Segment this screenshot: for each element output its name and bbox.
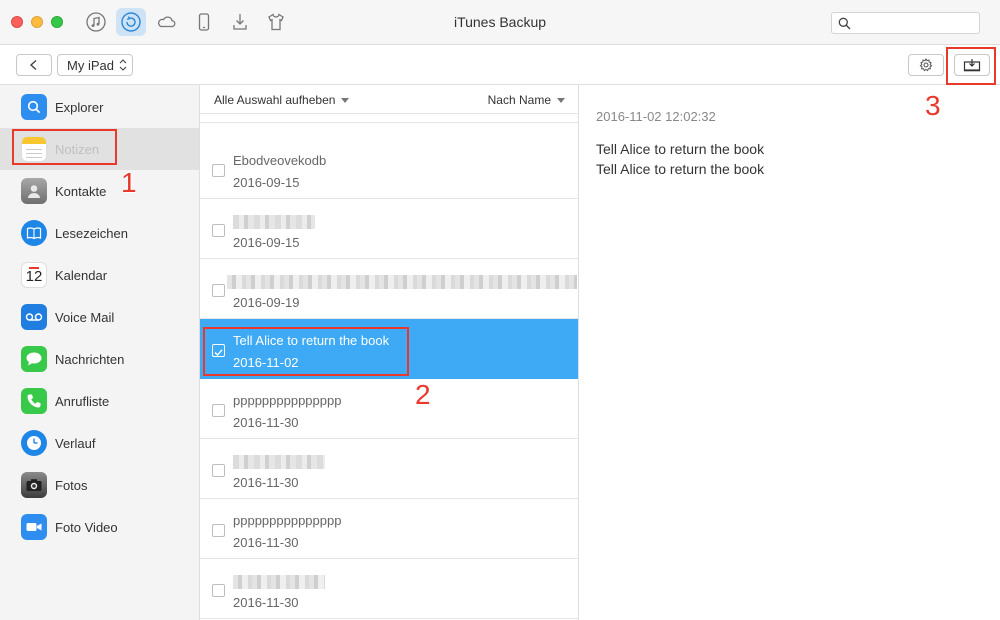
item-date: 2016-09-19 — [233, 295, 300, 310]
sidebar-item-call-history[interactable]: Anrufliste — [0, 380, 199, 422]
sidebar-item-voicemail[interactable]: Voice Mail — [0, 296, 199, 338]
item-checkbox[interactable] — [212, 464, 225, 477]
title-bar: iTunes Backup — [0, 0, 1000, 45]
annotation-number-1: 1 — [121, 167, 137, 198]
item-date: 2016-09-15 — [233, 175, 300, 190]
note-text-line: Tell Alice to return the book — [596, 141, 765, 157]
window-close-button[interactable] — [11, 16, 23, 28]
annotation-box-2 — [203, 327, 409, 376]
phone-icon — [21, 388, 47, 414]
sidebar-item-label: Anrufliste — [55, 393, 110, 409]
item-title: ppppppppppppppp — [233, 393, 342, 408]
item-date: 2016-11-30 — [233, 475, 299, 490]
device-selector[interactable]: My iPad — [57, 54, 133, 76]
note-timestamp: 2016-11-02 12:02:32 — [596, 109, 716, 124]
voicemail-icon — [21, 304, 47, 330]
calendar-day: 12 — [25, 267, 43, 285]
video-icon — [21, 514, 47, 540]
sidebar-item-history[interactable]: Verlauf — [0, 422, 199, 464]
sidebar-item-calendar[interactable]: 12 Kalendar — [0, 254, 199, 296]
device-icon[interactable] — [189, 8, 219, 36]
item-checkbox[interactable] — [212, 164, 225, 177]
annotation-box-3 — [946, 47, 996, 85]
item-title: Ebodveovekodb — [233, 153, 327, 168]
list-item[interactable]: Ebodveovekodb 2016-09-15 — [200, 139, 578, 199]
sidebar: Explorer Notizen Kontakte Lesezeichen 12… — [0, 85, 200, 620]
item-title: ppppppppppppppp — [233, 513, 342, 528]
explorer-icon — [21, 94, 47, 120]
sidebar-item-label: Fotos — [55, 477, 88, 493]
backup-restore-icon[interactable] — [116, 8, 146, 36]
sidebar-item-messages[interactable]: Nachrichten — [0, 338, 199, 380]
window-minimize-button[interactable] — [31, 16, 43, 28]
updown-arrows-icon — [119, 59, 127, 71]
deselect-all-dropdown[interactable]: Alle Auswahl aufheben — [214, 93, 350, 107]
sidebar-item-label: Verlauf — [55, 435, 96, 451]
sidebar-item-label: Foto Video — [55, 519, 118, 535]
sort-by-name-dropdown[interactable]: Nach Name — [488, 93, 565, 107]
note-text-line: Tell Alice to return the book — [596, 161, 765, 177]
window-maximize-button[interactable] — [51, 16, 63, 28]
contacts-icon — [21, 178, 47, 204]
annotation-number-3: 3 — [925, 90, 941, 121]
list-item[interactable]: ppppppppppppppp 2016-11-30 — [200, 499, 578, 559]
annotation-number-2: 2 — [415, 379, 431, 410]
tshirt-icon[interactable] — [261, 8, 291, 36]
caret-down-icon — [557, 98, 565, 104]
item-date: 2016-11-30 — [233, 595, 299, 610]
camera-icon — [21, 472, 47, 498]
search-input[interactable] — [856, 15, 976, 31]
sort-label: Nach Name — [487, 93, 551, 107]
sidebar-item-label: Voice Mail — [55, 309, 115, 325]
item-date: 2016-09-15 — [233, 235, 300, 250]
toolbar: My iPad — [0, 45, 1000, 85]
sidebar-item-bookmarks[interactable]: Lesezeichen — [0, 212, 199, 254]
item-checkbox[interactable] — [212, 524, 225, 537]
sidebar-item-label: Kalendar — [55, 267, 108, 283]
bookmarks-icon — [21, 220, 47, 246]
redacted-title — [233, 215, 315, 229]
list-header: Alle Auswahl aufheben Nach Name — [200, 85, 578, 114]
item-checkbox[interactable] — [212, 584, 225, 597]
settings-button[interactable] — [908, 54, 944, 76]
sidebar-item-label: Lesezeichen — [55, 225, 128, 241]
calendar-icon: 12 — [21, 262, 47, 288]
sidebar-item-label: Kontakte — [55, 183, 107, 199]
list-item[interactable]: ppppppppppppppp 2016-11-30 — [200, 379, 578, 439]
item-date: 2016-11-30 — [233, 415, 299, 430]
sidebar-item-label: Explorer — [55, 99, 104, 115]
messages-icon — [21, 346, 47, 372]
list-item[interactable]: 2016-09-19 — [200, 259, 578, 319]
list-item[interactable]: 2016-09-15 — [200, 199, 578, 259]
caret-down-icon — [341, 98, 350, 104]
annotation-box-1 — [12, 129, 117, 165]
download-icon[interactable] — [225, 8, 255, 36]
note-detail: 2016-11-02 12:02:32 Tell Alice to return… — [580, 85, 1000, 620]
list-item[interactable]: 2016-11-30 — [200, 559, 578, 619]
device-selector-label: My iPad — [67, 57, 114, 73]
sidebar-item-photo-video[interactable]: Foto Video — [0, 506, 199, 548]
music-icon[interactable] — [81, 8, 111, 36]
search-box[interactable] — [831, 12, 980, 34]
sidebar-item-label: Nachrichten — [55, 351, 125, 367]
redacted-title — [233, 455, 325, 469]
item-checkbox[interactable] — [212, 404, 225, 417]
redacted-title — [227, 275, 577, 289]
deselect-all-label: Alle Auswahl aufheben — [214, 93, 336, 107]
cloud-icon[interactable] — [152, 8, 182, 36]
search-icon — [838, 17, 851, 30]
gear-icon — [919, 58, 933, 72]
redacted-title — [233, 575, 325, 589]
list-item[interactable]: 2016-11-30 — [200, 439, 578, 499]
chevron-left-icon — [29, 59, 37, 71]
item-checkbox[interactable] — [212, 224, 225, 237]
item-checkbox[interactable] — [212, 284, 225, 297]
sidebar-item-explorer[interactable]: Explorer — [0, 86, 199, 128]
back-button[interactable] — [16, 54, 52, 76]
sidebar-item-contacts[interactable]: Kontakte — [0, 170, 199, 212]
sidebar-item-photos[interactable]: Fotos — [0, 464, 199, 506]
item-date: 2016-11-30 — [233, 535, 299, 550]
history-icon — [21, 430, 47, 456]
